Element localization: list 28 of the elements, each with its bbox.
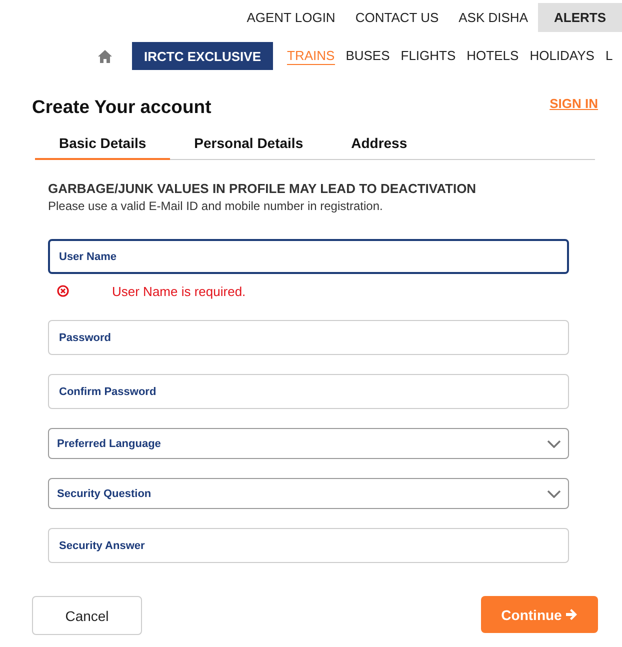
tab[interactable]: Personal Details — [170, 128, 328, 160]
chevron-down-icon — [547, 490, 561, 498]
password-field[interactable]: Password — [48, 320, 569, 355]
nav-link[interactable]: L — [605, 47, 613, 65]
top-link[interactable]: AGENT LOGIN — [236, 3, 346, 32]
arrow-right-icon — [566, 609, 578, 620]
nav-link[interactable]: FLIGHTS — [400, 47, 456, 65]
page-title: Create Your account — [32, 96, 212, 118]
nav-link[interactable]: HOTELS — [466, 47, 519, 65]
top-link[interactable]: CONTACT US — [345, 3, 449, 32]
top-link[interactable]: ASK DISHA — [448, 3, 538, 32]
tab[interactable]: Basic Details — [35, 128, 170, 160]
tab[interactable]: Address — [327, 128, 432, 160]
password-field[interactable]: Confirm Password — [48, 374, 569, 409]
chevron-down-icon — [547, 440, 561, 448]
notice-text: Please use a valid E-Mail ID and mobile number in registration. — [48, 199, 384, 214]
irctc-exclusive-button[interactable]: IRCTC EXCLUSIVE — [132, 42, 274, 70]
error-icon — [57, 285, 69, 297]
cancel-button[interactable]: Cancel — [32, 596, 142, 635]
home-icon — [98, 50, 112, 62]
warning-heading: GARBAGE/JUNK VALUES IN PROFILE MAY LEAD TO DEACTIVATION — [48, 181, 478, 196]
error-message: User Name is required. — [112, 284, 246, 300]
dropdown[interactable]: Security Question — [48, 478, 569, 509]
nav-link[interactable]: HOLIDAYS — [530, 47, 594, 65]
input-field[interactable]: User Name — [48, 239, 569, 274]
nav-link[interactable]: BUSES — [346, 47, 390, 65]
dropdown[interactable]: Preferred Language — [48, 428, 569, 459]
alerts-button[interactable]: ALERTS — [538, 3, 622, 32]
